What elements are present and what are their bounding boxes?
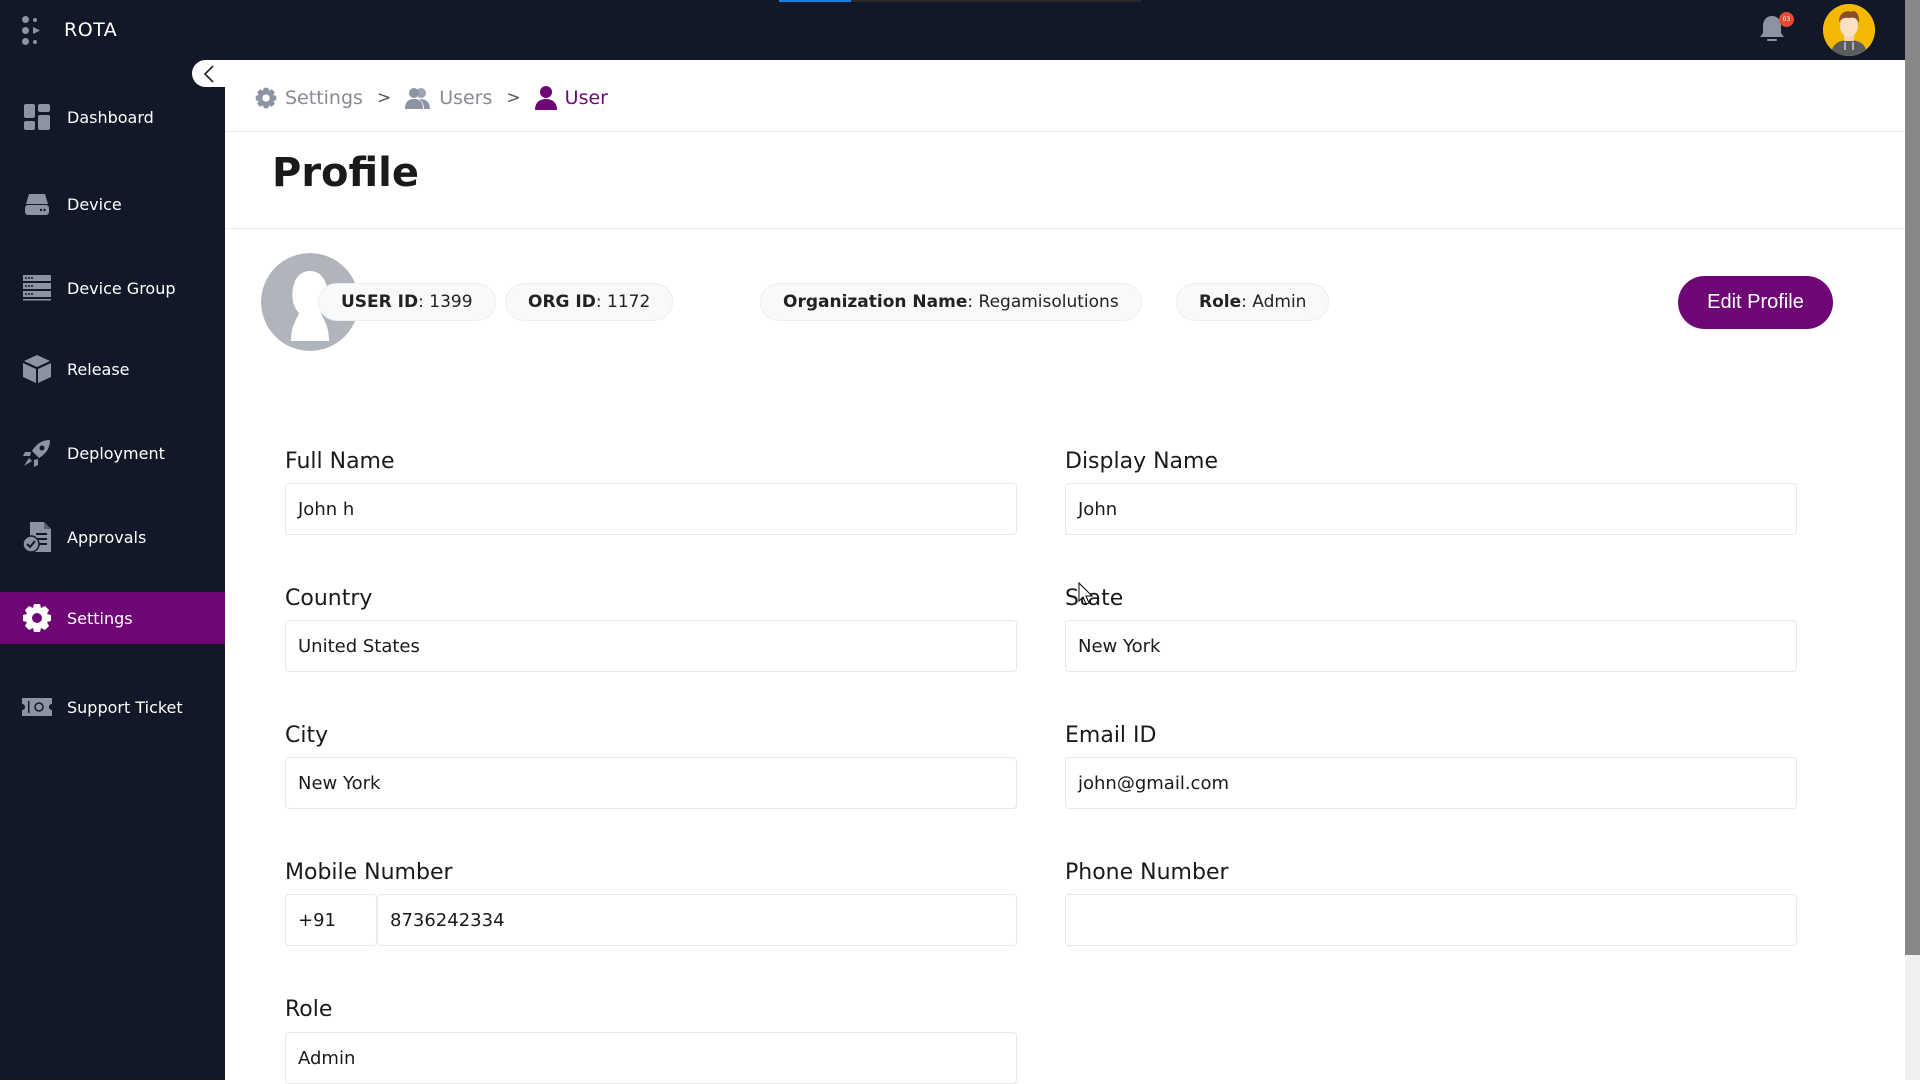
city-field[interactable]: New York	[285, 757, 1017, 809]
loading-progress-bar	[779, 0, 851, 2]
display-name-field[interactable]: John	[1065, 483, 1797, 535]
sidebar-item-label: Dashboard	[67, 107, 154, 127]
sidebar-item-settings[interactable]: Settings	[0, 592, 225, 644]
chip-value: 1172	[607, 292, 651, 312]
page-title: Profile	[272, 150, 420, 196]
package-box-icon	[22, 354, 52, 384]
user-icon	[534, 86, 557, 110]
state-label: State	[1065, 586, 1124, 611]
country-field[interactable]: United States	[285, 620, 1017, 672]
user-id-chip: USER ID: 1399	[318, 283, 496, 321]
rocket-icon	[22, 438, 52, 468]
organization-name-chip: Organization Name: Regamisolutions	[760, 283, 1142, 321]
mobile-number-field[interactable]: 8736242334	[377, 894, 1017, 946]
app-name: ROTA	[64, 19, 118, 41]
breadcrumb-label: User	[564, 87, 608, 109]
chip-key: Organization Name	[783, 292, 968, 312]
sidebar-item-device[interactable]: Device	[0, 178, 225, 230]
org-id-chip: ORG ID: 1172	[505, 283, 674, 321]
breadcrumb-settings[interactable]: Settings	[255, 87, 363, 109]
scrollbar-thumb[interactable]	[1905, 0, 1920, 955]
user-avatar[interactable]	[1823, 4, 1875, 56]
chip-key: Role	[1199, 292, 1242, 312]
breadcrumb: Settings > Users > User	[255, 80, 608, 116]
gear-icon	[22, 603, 52, 633]
document-check-icon	[22, 522, 52, 553]
city-label: City	[285, 723, 329, 748]
breadcrumb-separator: >	[506, 88, 521, 108]
notification-badge: 03	[1779, 12, 1794, 27]
sidebar-item-release[interactable]: Release	[0, 343, 225, 395]
sidebar-item-deployment[interactable]: Deployment	[0, 427, 225, 479]
sidebar-item-device-group[interactable]: Device Group	[0, 262, 225, 314]
breadcrumb-separator: >	[376, 88, 392, 108]
country-code-field[interactable]: +91	[285, 894, 377, 946]
full-name-field[interactable]: John h	[285, 483, 1017, 535]
email-field[interactable]: john@gmail.com	[1065, 757, 1797, 809]
gear-icon	[255, 87, 277, 109]
chip-value: Admin	[1252, 292, 1307, 312]
sidebar: Dashboard Device Device Group Release De…	[0, 60, 225, 1080]
phone-number-label: Phone Number	[1065, 860, 1229, 885]
brand[interactable]: ROTA	[22, 14, 117, 46]
sidebar-item-label: Release	[67, 359, 130, 379]
country-label: Country	[285, 586, 373, 611]
sidebar-item-label: Deployment	[67, 443, 165, 463]
mouse-cursor-icon	[1078, 581, 1094, 606]
chip-key: USER ID	[341, 292, 419, 312]
breadcrumb-users[interactable]: Users	[405, 87, 492, 109]
rota-logo-icon	[22, 14, 42, 46]
page-scrollbar[interactable]	[1905, 0, 1920, 1080]
dashboard-icon	[22, 102, 52, 132]
sidebar-item-label: Device	[67, 194, 122, 214]
collapse-sidebar-button[interactable]	[192, 60, 225, 87]
email-label: Email ID	[1065, 723, 1157, 748]
sidebar-item-dashboard[interactable]: Dashboard	[0, 91, 225, 143]
chevron-left-icon	[203, 64, 214, 83]
top-bar: ROTA 03	[0, 0, 1905, 60]
chip-key: ORG ID	[528, 292, 596, 312]
full-name-label: Full Name	[285, 449, 395, 474]
users-icon	[405, 88, 431, 109]
hard-drive-icon	[22, 189, 52, 219]
role-field[interactable]: Admin	[285, 1032, 1017, 1084]
sidebar-item-support-ticket[interactable]: Support Ticket	[0, 681, 225, 733]
loading-progress-track	[851, 0, 1141, 2]
main-content: Settings > Users > User Profile USER ID:…	[225, 60, 1905, 1084]
role-label: Role	[285, 997, 333, 1022]
sidebar-item-label: Settings	[67, 608, 133, 628]
sidebar-item-approvals[interactable]: Approvals	[0, 511, 225, 563]
display-name-label: Display Name	[1065, 449, 1218, 474]
sidebar-item-label: Device Group	[67, 278, 176, 298]
sidebar-item-label: Approvals	[67, 527, 147, 547]
breadcrumb-user: User	[534, 86, 608, 110]
ticket-icon	[22, 692, 52, 722]
breadcrumb-label: Users	[439, 87, 493, 109]
phone-number-field[interactable]	[1065, 894, 1797, 946]
sidebar-item-label: Support Ticket	[67, 697, 183, 717]
chip-value: 1399	[429, 292, 473, 312]
mobile-number-label: Mobile Number	[285, 860, 453, 885]
divider	[225, 228, 1905, 229]
chip-value: Regamisolutions	[978, 292, 1119, 312]
role-chip: Role: Admin	[1176, 283, 1330, 321]
state-field[interactable]: New York	[1065, 620, 1797, 672]
breadcrumb-label: Settings	[285, 87, 363, 109]
server-rack-icon	[22, 273, 52, 303]
edit-profile-button[interactable]: Edit Profile	[1678, 276, 1833, 329]
divider	[225, 131, 1905, 132]
